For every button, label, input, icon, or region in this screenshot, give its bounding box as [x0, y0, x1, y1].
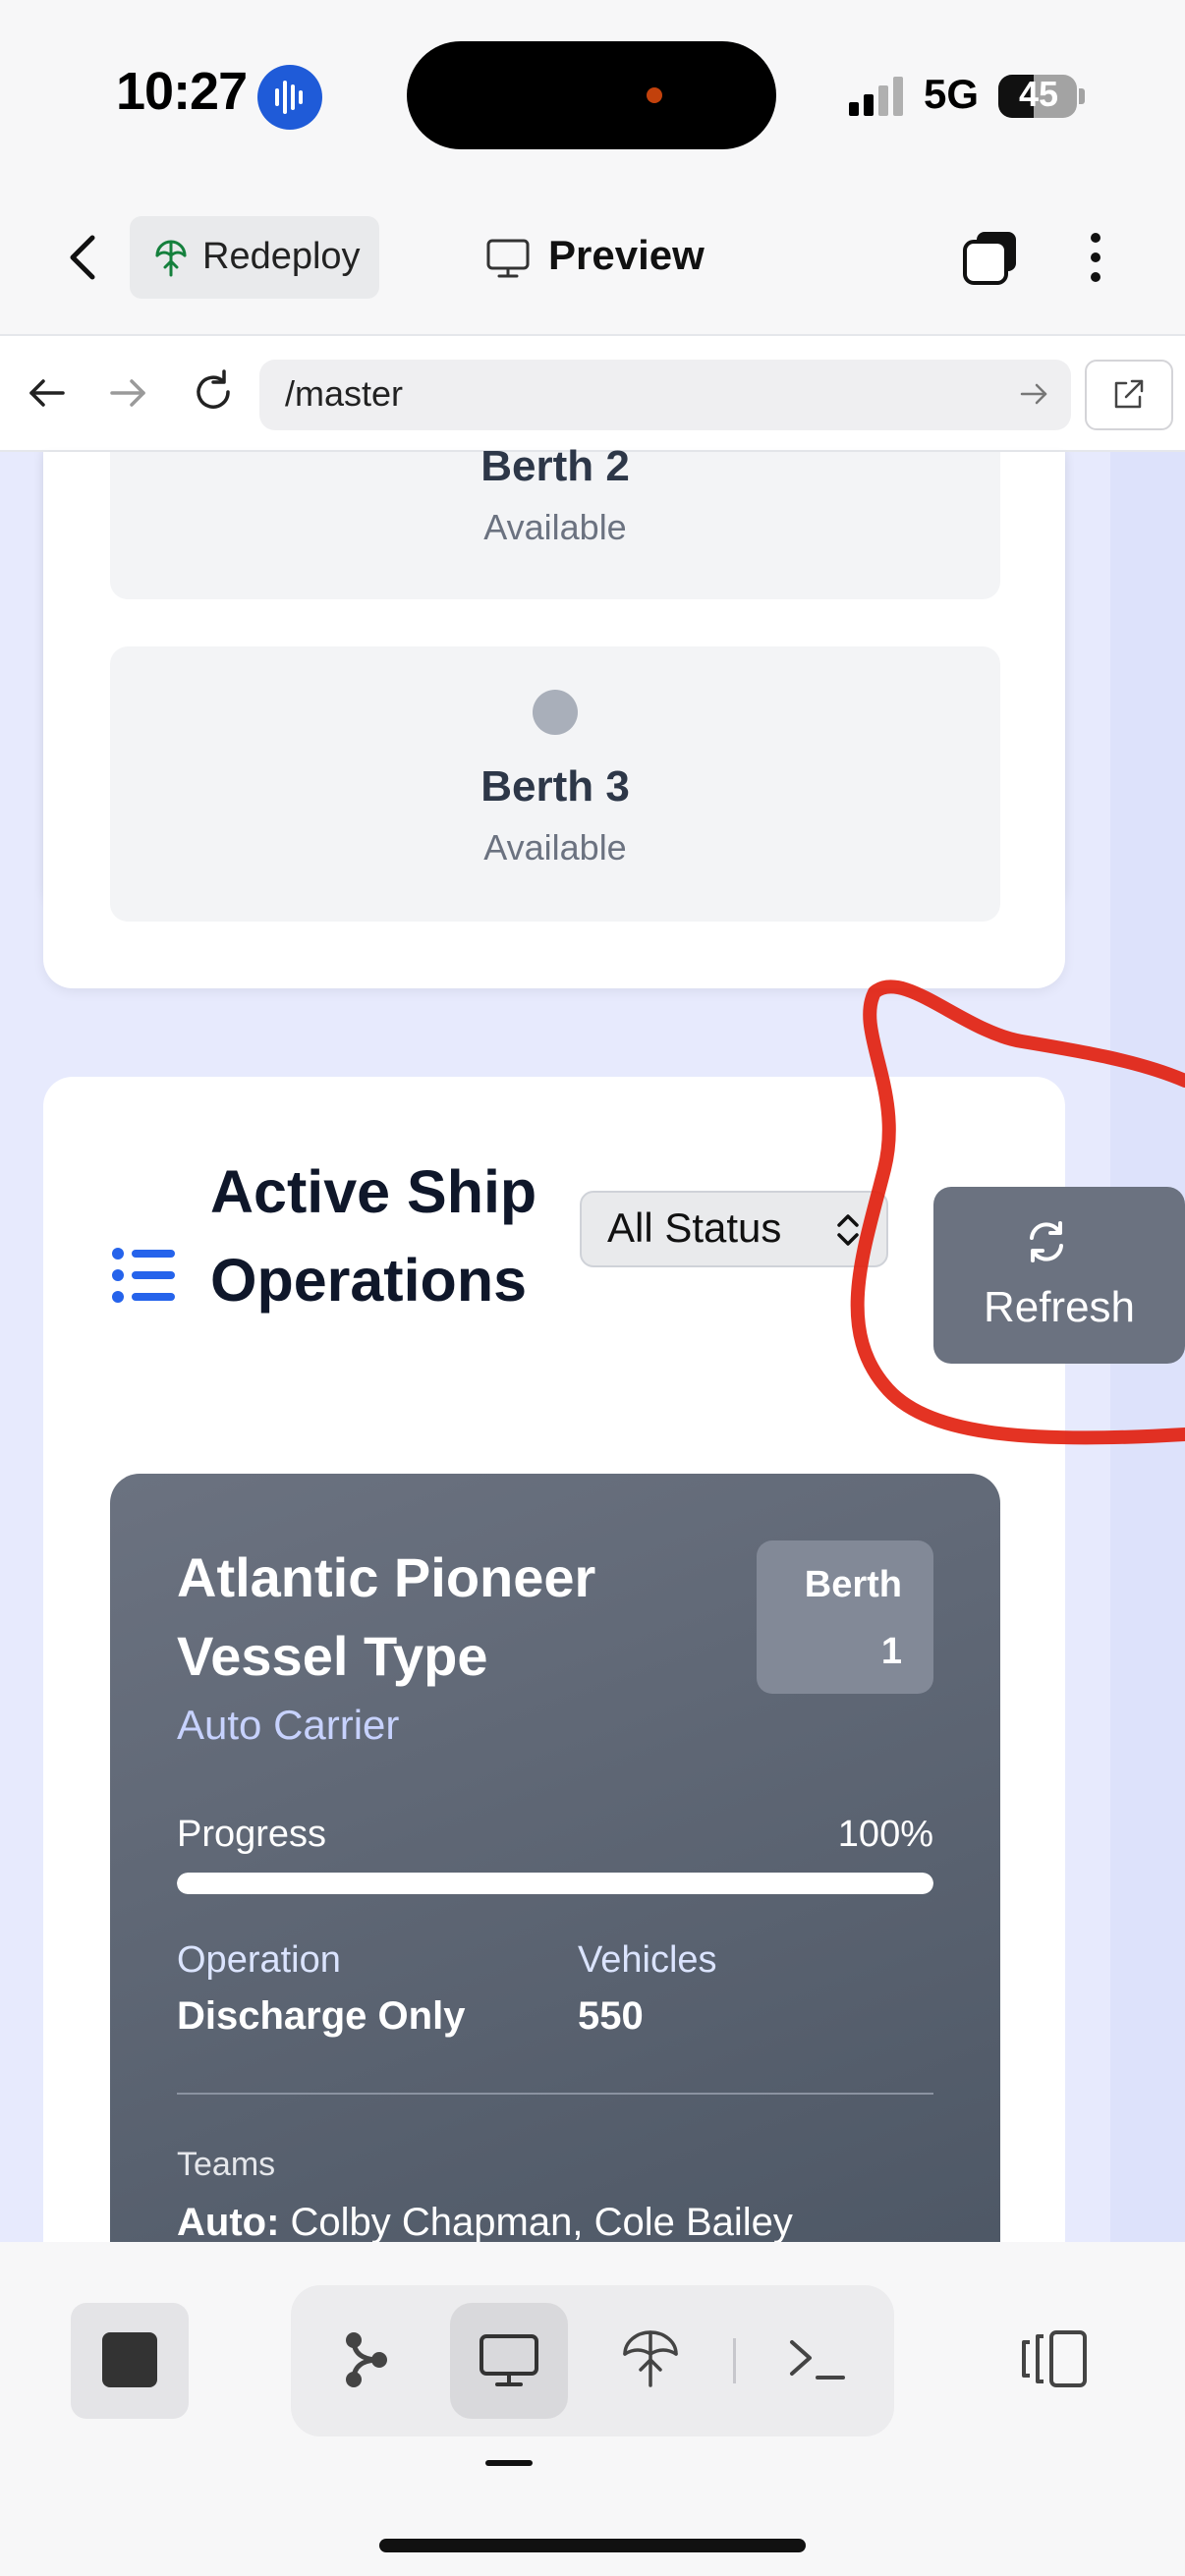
refresh-label: Refresh — [983, 1283, 1136, 1331]
teams-prefix: Auto: — [177, 2201, 280, 2244]
vehicles-value: 550 — [578, 1994, 644, 2038]
teams-members: Colby Chapman, Cole Bailey — [290, 2201, 793, 2244]
more-icon[interactable] — [1083, 228, 1108, 287]
back-arrow-icon[interactable] — [26, 373, 69, 413]
stop-icon — [102, 2332, 157, 2387]
preview-monitor-icon — [485, 238, 531, 279]
progress-value: 100% — [837, 1814, 933, 1855]
network-label: 5G — [924, 71, 980, 117]
dynamic-island — [407, 41, 776, 149]
teams-label: Teams — [177, 2146, 276, 2183]
teams-line: Auto: Colby Chapman, Cole Bailey — [177, 2201, 793, 2245]
redeploy-icon — [153, 238, 189, 277]
back-chevron-icon[interactable] — [61, 228, 104, 287]
open-external-icon — [1110, 377, 1146, 413]
berth-2-status: Available — [483, 507, 627, 547]
progress-label: Progress — [177, 1814, 327, 1855]
siri-icon — [257, 65, 322, 130]
tabs-icon[interactable] — [961, 228, 1020, 287]
berth-3-indicator — [533, 690, 578, 735]
bottom-dash — [485, 2460, 533, 2466]
ops-title: Active Ship Operations — [210, 1158, 537, 1314]
chevron-up-down-icon — [833, 1210, 863, 1250]
progress-bar-fill — [177, 1873, 933, 1894]
operation-value: Discharge Only — [177, 1994, 466, 2038]
battery-percent: 45 — [1018, 74, 1059, 114]
go-arrow-icon[interactable] — [1018, 379, 1051, 409]
forward-arrow-icon[interactable] — [106, 373, 149, 413]
berth-badge-label: Berth — [804, 1564, 902, 1605]
list-icon — [110, 1246, 179, 1305]
home-indicator[interactable] — [379, 2539, 806, 2552]
berth-badge-number: 1 — [880, 1631, 902, 1672]
vehicles-label: Vehicles — [578, 1939, 717, 1981]
url-text: /master — [285, 373, 404, 414]
berth-3-status: Available — [483, 827, 627, 868]
reload-icon[interactable] — [191, 369, 236, 415]
status-time: 10:27 — [116, 62, 248, 121]
operation-label: Operation — [177, 1939, 341, 1981]
preview-label[interactable]: Preview — [548, 232, 705, 279]
ship-name: Atlantic Pioneer Vessel Type — [177, 1546, 596, 1687]
berth-3-name: Berth 3 — [480, 762, 630, 811]
redeploy-label: Redeploy — [202, 236, 361, 277]
panel-icon[interactable] — [1018, 2328, 1089, 2389]
refresh-button[interactable] — [933, 1187, 1185, 1364]
ship-type: Auto Carrier — [177, 1702, 400, 1748]
status-filter-value: All Status — [607, 1204, 782, 1251]
terminal-icon[interactable] — [786, 2328, 849, 2391]
tool-separator — [733, 2338, 736, 2383]
branch-icon[interactable] — [334, 2328, 397, 2391]
berth-2-name: Berth 2 — [480, 442, 630, 490]
battery-nub — [1079, 88, 1085, 104]
progress-bar — [177, 1873, 933, 1894]
monitor-icon[interactable] — [478, 2328, 540, 2391]
refresh-icon — [1024, 1220, 1069, 1263]
deploy-icon[interactable] — [619, 2326, 682, 2389]
signal-icon — [849, 77, 908, 116]
camera-indicator-icon — [647, 87, 662, 103]
ship-card-divider — [177, 2093, 933, 2095]
